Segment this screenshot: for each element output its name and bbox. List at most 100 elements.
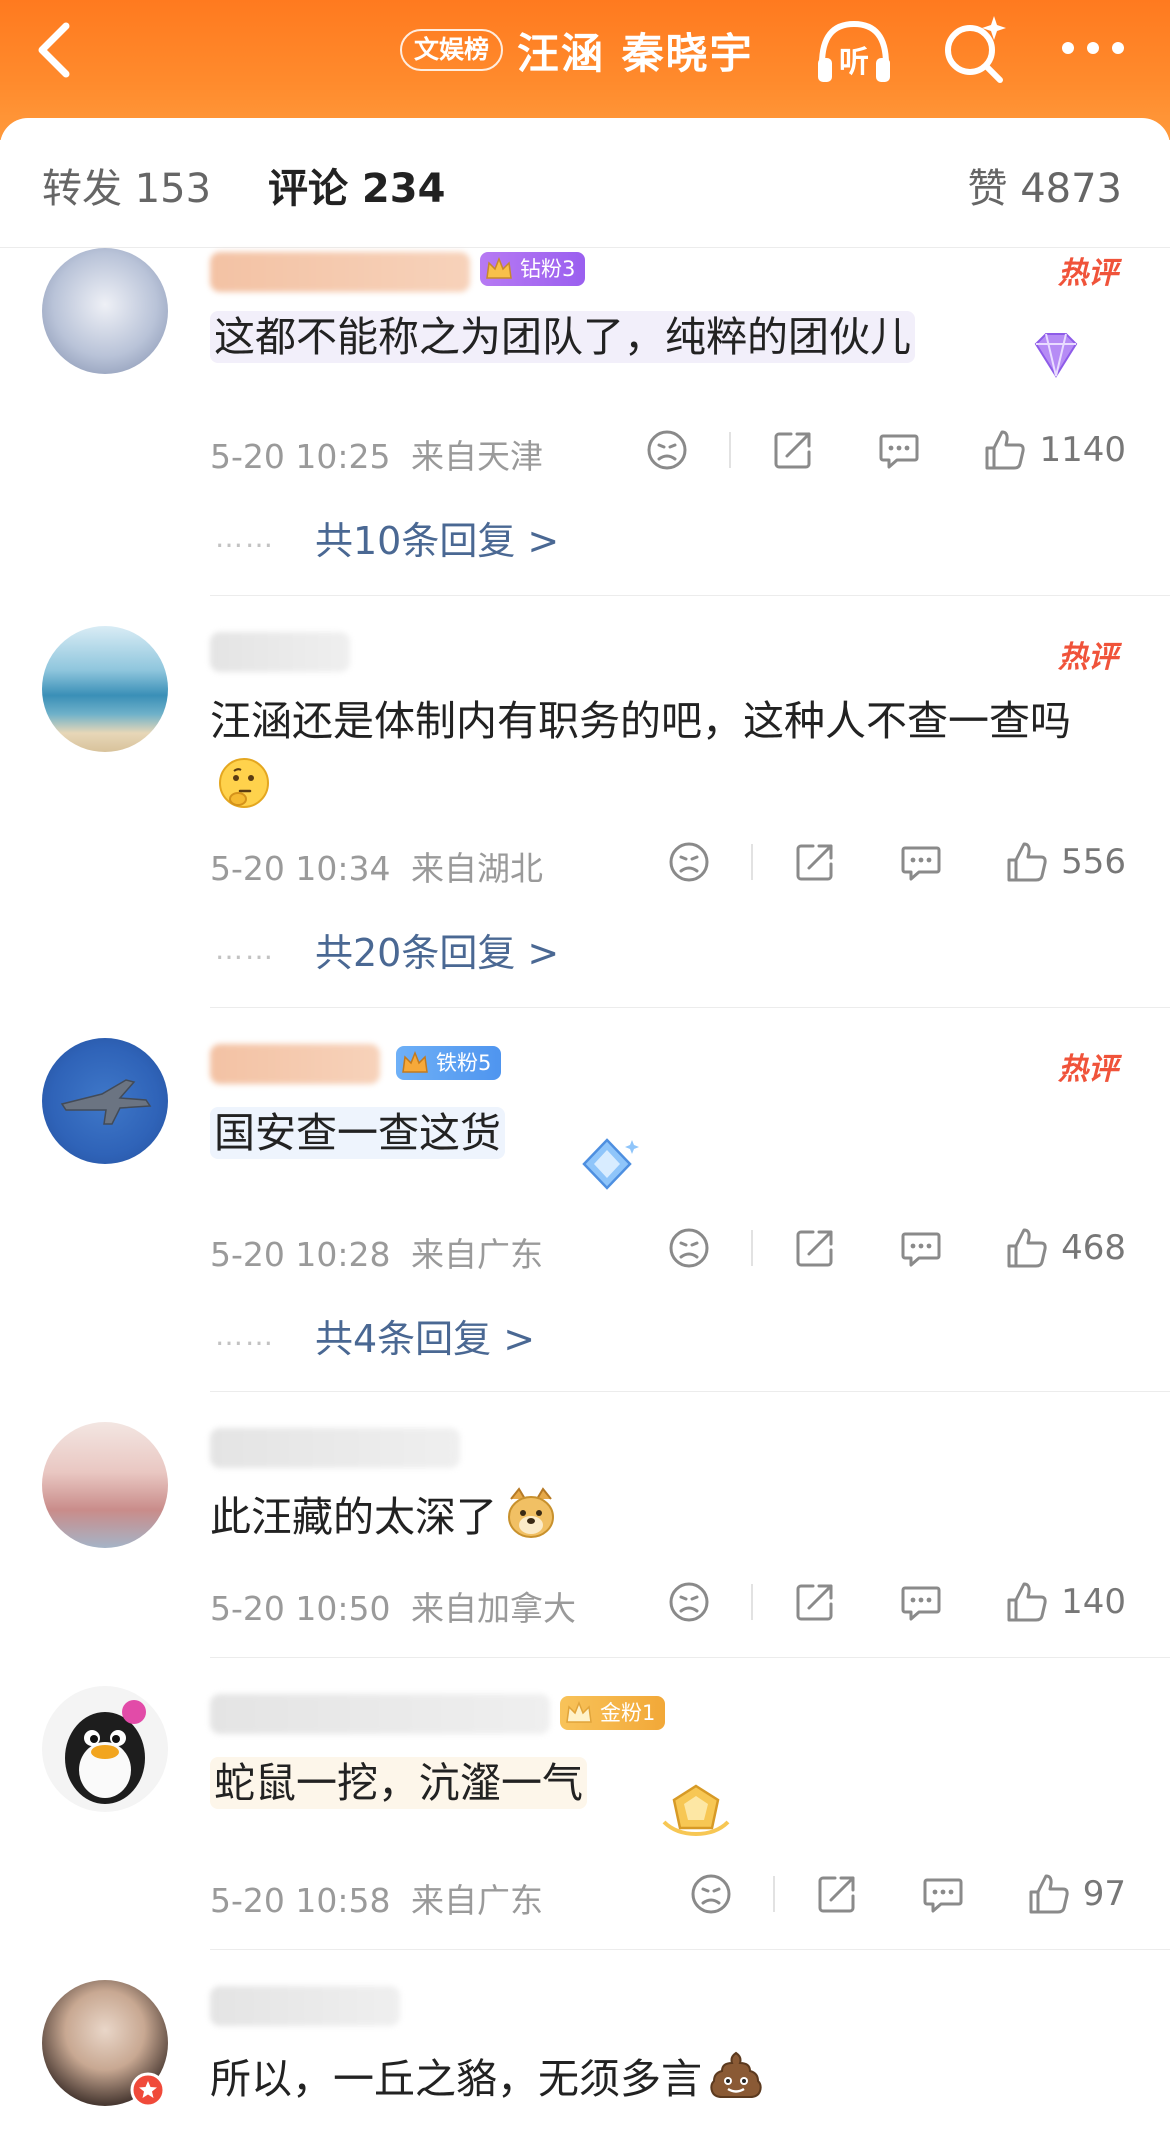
tab-like[interactable]: 赞 4873 (967, 156, 1122, 214)
comment-text: 国安查一查这货 (210, 1100, 1130, 1166)
comment-actions: 556 (667, 836, 1126, 888)
divider (772, 1876, 775, 1912)
comment-item: 铁粉5 热评 国安查一查这货 5-20 10:28 来自广东 468 …… 共4… (0, 1008, 1170, 1392)
more-button[interactable] (1058, 28, 1128, 68)
headphones-icon: 听 (818, 20, 890, 82)
fan-badge[interactable]: 钻粉3 (480, 252, 586, 286)
comment-location: 来自加拿大 (411, 1589, 576, 1628)
tab-comment[interactable]: 评论 234 (268, 156, 445, 214)
poop-emoji-icon (710, 2051, 762, 2098)
comment-item: 所以，一丘之貉，无须多言 (0, 1950, 1170, 2140)
listen-button[interactable]: 听 (812, 14, 896, 86)
comment-actions: 1140 (645, 424, 1126, 476)
comment-icon[interactable] (899, 1580, 943, 1624)
comment-item: 热评 汪涵还是体制内有职务的吧，这种人不查一查吗 5-20 10:34 来自湖北… (0, 596, 1170, 1008)
view-replies-link[interactable]: …… 共10条回复 > (215, 510, 559, 565)
share-icon[interactable] (793, 1226, 837, 1270)
dots-icon: …… (215, 1319, 275, 1352)
comment-text: 汪涵还是体制内有职务的吧，这种人不查一查吗 (210, 688, 1130, 820)
diamond-gem-icon (1034, 333, 1078, 378)
comment-meta: 5-20 10:58 来自广东 (210, 1874, 543, 1922)
username-blurred[interactable] (210, 632, 350, 672)
username-blurred[interactable] (210, 1428, 460, 1468)
dots-icon: …… (215, 933, 275, 966)
fan-badge[interactable]: 铁粉5 (396, 1046, 502, 1080)
like-icon[interactable] (1005, 840, 1049, 884)
username-blurred[interactable] (210, 252, 470, 292)
chevron-left-icon (38, 22, 70, 78)
dislike-icon[interactable] (667, 1226, 711, 1270)
like-count: 97 (1082, 1874, 1126, 1914)
doge-emoji-icon (508, 1487, 554, 1538)
like-count: 556 (1061, 842, 1126, 882)
share-icon[interactable] (793, 1580, 837, 1624)
search-button[interactable] (938, 12, 1012, 86)
dislike-icon[interactable] (667, 1580, 711, 1624)
comment-time: 5-20 10:58 (210, 1881, 391, 1920)
like-icon[interactable] (1027, 1872, 1071, 1916)
avatar[interactable] (42, 248, 168, 374)
like-icon[interactable] (1005, 1226, 1049, 1270)
search-sparkle-icon (945, 16, 1006, 83)
fan-badge-label: 铁粉5 (436, 1051, 492, 1075)
topic-title-group[interactable]: 文娱榜 汪涵 秦晓宇 (400, 20, 754, 80)
username-blurred[interactable] (210, 1044, 380, 1084)
jet-image (60, 1079, 152, 1125)
comment-actions: 97 (689, 1868, 1126, 1920)
username-blurred[interactable] (210, 1986, 400, 2026)
tab-forward[interactable]: 转发 153 (42, 156, 211, 214)
comment-icon[interactable] (921, 1872, 965, 1916)
penguin-avatar-image (65, 1700, 146, 1804)
comment-location: 来自天津 (411, 437, 543, 476)
topic-badge: 文娱榜 (400, 29, 504, 71)
comment-meta: 5-20 10:28 来自广东 (210, 1228, 543, 1276)
hot-comment-tag: 热评 (1058, 256, 1118, 291)
divider (751, 1230, 754, 1266)
like-count: 140 (1061, 1582, 1126, 1622)
gold-crown-icon (566, 1700, 592, 1723)
username-blurred[interactable] (210, 1694, 550, 1734)
avatar[interactable] (42, 1038, 168, 1164)
like-count: 1140 (1039, 430, 1126, 470)
comment-icon[interactable] (877, 428, 921, 472)
like-icon[interactable] (1005, 1580, 1049, 1624)
view-replies-link[interactable]: …… 共20条回复 > (215, 922, 559, 977)
share-icon[interactable] (815, 1872, 859, 1916)
dislike-icon[interactable] (689, 1872, 733, 1916)
comment-actions: 468 (667, 1222, 1126, 1274)
dislike-icon[interactable] (667, 840, 711, 884)
gold-gem-icon (662, 1784, 730, 1837)
topic-title: 汪涵 秦晓宇 (517, 28, 754, 78)
view-replies-link[interactable]: …… 共4条回复 > (215, 1308, 535, 1363)
iron-crown-icon (402, 1050, 428, 1073)
avatar[interactable] (42, 1422, 168, 1548)
dislike-icon[interactable] (645, 428, 689, 472)
divider (751, 1584, 754, 1620)
comment-time: 5-20 10:28 (210, 1235, 391, 1274)
back-button[interactable] (30, 18, 80, 82)
avatar[interactable] (42, 1686, 168, 1812)
more-dots-icon (1062, 42, 1124, 54)
avatar[interactable] (42, 626, 168, 752)
diamond-crown-icon (486, 256, 512, 279)
fan-badge[interactable]: 金粉1 (560, 1696, 666, 1730)
comment-icon[interactable] (899, 1226, 943, 1270)
like-icon[interactable] (983, 428, 1027, 472)
comment-time: 5-20 10:25 (210, 437, 391, 476)
listen-label: 听 (839, 45, 869, 80)
comment-text: 这都不能称之为团队了，纯粹的团伙儿 (210, 304, 1130, 370)
share-icon[interactable] (793, 840, 837, 884)
hot-comment-tag: 热评 (1058, 1052, 1118, 1087)
comment-meta: 5-20 10:34 来自湖北 (210, 842, 543, 890)
share-icon[interactable] (771, 428, 815, 472)
blue-diamond-icon (582, 1138, 639, 1190)
comment-item: 金粉1 蛇鼠一挖，沆瀣一气 5-20 10:58 来自广东 97 (0, 1658, 1170, 1950)
replies-label: 共4条回复 > (315, 1317, 536, 1361)
comment-icon[interactable] (899, 840, 943, 884)
divider (751, 844, 754, 880)
replies-label: 共10条回复 > (315, 519, 560, 563)
comment-time: 5-20 10:34 (210, 849, 391, 888)
comment-meta: 5-20 10:50 来自加拿大 (210, 1582, 576, 1630)
comment-location: 来自湖北 (411, 849, 543, 888)
verified-badge-icon (130, 2072, 166, 2108)
